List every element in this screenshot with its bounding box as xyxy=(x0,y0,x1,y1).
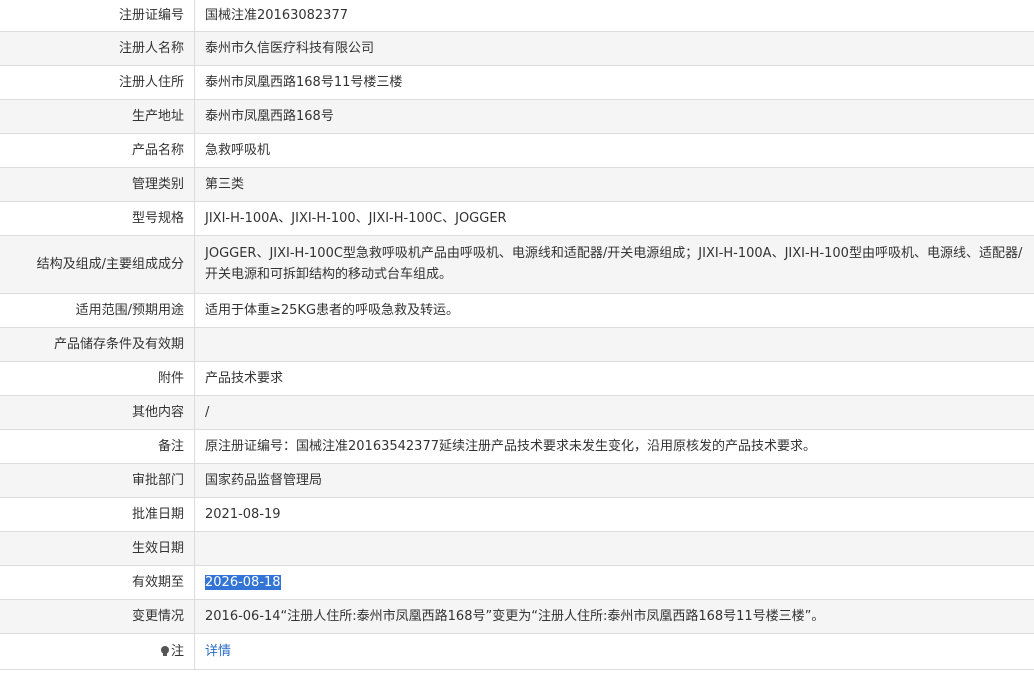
value-registrant-name: 泰州市久信医疗科技有限公司 xyxy=(194,31,1034,66)
value-production-address: 泰州市凤凰西路168号 xyxy=(194,99,1034,134)
value-change-history: 2016-06-14“注册人住所:泰州市凤凰西路168号”变更为“注册人住所:泰… xyxy=(194,599,1034,634)
row-registration-number: 注册证编号 国械注准20163082377 xyxy=(0,0,1034,32)
row-approval-department: 审批部门 国家药品监督管理局 xyxy=(0,463,1034,498)
value-intended-use: 适用于体重≥25KG患者的呼吸急救及转运。 xyxy=(194,293,1034,328)
value-note-cell: 详情 xyxy=(194,633,1034,670)
row-storage-conditions: 产品储存条件及有效期 xyxy=(0,327,1034,362)
label-registrant-name: 注册人名称 xyxy=(0,31,195,66)
label-intended-use: 适用范围/预期用途 xyxy=(0,293,195,328)
label-remarks: 备注 xyxy=(0,429,195,464)
row-registrant-name: 注册人名称 泰州市久信医疗科技有限公司 xyxy=(0,31,1034,66)
value-registration-number: 国械注准20163082377 xyxy=(194,0,1034,32)
row-intended-use: 适用范围/预期用途 适用于体重≥25KG患者的呼吸急救及转运。 xyxy=(0,293,1034,328)
row-management-category: 管理类别 第三类 xyxy=(0,167,1034,202)
row-registrant-address: 注册人住所 泰州市凤凰西路168号11号楼三楼 xyxy=(0,65,1034,100)
row-remarks: 备注 原注册证编号：国械注准20163542377延续注册产品技术要求未发生变化… xyxy=(0,429,1034,464)
value-storage-conditions xyxy=(194,327,1034,362)
row-model-spec: 型号规格 JIXI-H-100A、JIXI-H-100、JIXI-H-100C、… xyxy=(0,201,1034,236)
value-approval-date: 2021-08-19 xyxy=(194,497,1034,532)
value-valid-until-cell: 2026-08-18 xyxy=(194,565,1034,600)
label-registration-number: 注册证编号 xyxy=(0,0,195,32)
row-effective-date: 生效日期 xyxy=(0,531,1034,566)
value-model-spec: JIXI-H-100A、JIXI-H-100、JIXI-H-100C、JOGGE… xyxy=(194,201,1034,236)
label-production-address: 生产地址 xyxy=(0,99,195,134)
details-link[interactable]: 详情 xyxy=(205,644,231,659)
value-other-content: / xyxy=(194,395,1034,430)
label-valid-until: 有效期至 xyxy=(0,565,195,600)
label-note-cell: 注 xyxy=(0,633,195,670)
lightbulb-icon xyxy=(160,645,169,656)
label-product-name: 产品名称 xyxy=(0,133,195,168)
label-structure-composition: 结构及组成/主要组成成分 xyxy=(0,235,195,294)
row-approval-date: 批准日期 2021-08-19 xyxy=(0,497,1034,532)
value-management-category: 第三类 xyxy=(194,167,1034,202)
label-model-spec: 型号规格 xyxy=(0,201,195,236)
label-approval-date: 批准日期 xyxy=(0,497,195,532)
row-production-address: 生产地址 泰州市凤凰西路168号 xyxy=(0,99,1034,134)
value-attachment: 产品技术要求 xyxy=(194,361,1034,396)
label-effective-date: 生效日期 xyxy=(0,531,195,566)
value-effective-date xyxy=(194,531,1034,566)
value-valid-until-selected-text[interactable]: 2026-08-18 xyxy=(205,574,281,590)
value-remarks: 原注册证编号：国械注准20163542377延续注册产品技术要求未发生变化，沿用… xyxy=(194,429,1034,464)
label-other-content: 其他内容 xyxy=(0,395,195,430)
registration-detail-table: 注册证编号 国械注准20163082377 注册人名称 泰州市久信医疗科技有限公… xyxy=(0,0,1034,670)
label-approval-department: 审批部门 xyxy=(0,463,195,498)
label-note: 注 xyxy=(170,643,184,659)
label-management-category: 管理类别 xyxy=(0,167,195,202)
label-storage-conditions: 产品储存条件及有效期 xyxy=(0,327,195,362)
row-valid-until: 有效期至 2026-08-18 xyxy=(0,565,1034,600)
label-change-history: 变更情况 xyxy=(0,599,195,634)
row-other-content: 其他内容 / xyxy=(0,395,1034,430)
value-product-name: 急救呼吸机 xyxy=(194,133,1034,168)
row-product-name: 产品名称 急救呼吸机 xyxy=(0,133,1034,168)
value-structure-composition: JOGGER、JIXI-H-100C型急救呼吸机产品由呼吸机、电源线和适配器/开… xyxy=(194,235,1034,294)
row-note: 注 详情 xyxy=(0,633,1034,670)
label-attachment: 附件 xyxy=(0,361,195,396)
label-registrant-address: 注册人住所 xyxy=(0,65,195,100)
value-registrant-address: 泰州市凤凰西路168号11号楼三楼 xyxy=(194,65,1034,100)
row-structure-composition: 结构及组成/主要组成成分 JOGGER、JIXI-H-100C型急救呼吸机产品由… xyxy=(0,235,1034,294)
value-approval-department: 国家药品监督管理局 xyxy=(194,463,1034,498)
row-attachment: 附件 产品技术要求 xyxy=(0,361,1034,396)
row-change-history: 变更情况 2016-06-14“注册人住所:泰州市凤凰西路168号”变更为“注册… xyxy=(0,599,1034,634)
